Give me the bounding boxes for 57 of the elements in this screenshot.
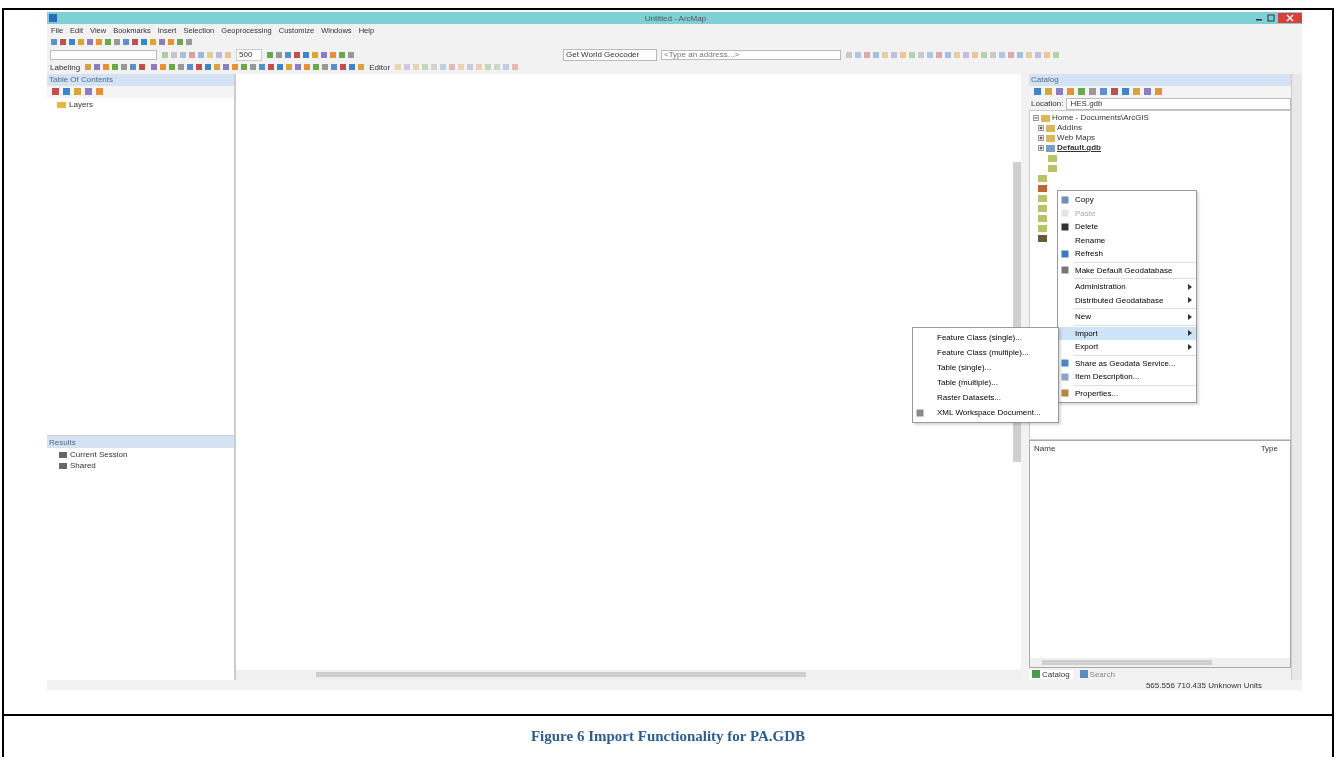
expander-icon[interactable] bbox=[1038, 144, 1044, 151]
side-tab-strip[interactable] bbox=[1291, 73, 1302, 680]
expander-icon[interactable] bbox=[1033, 114, 1039, 121]
menu-item[interactable]: Item Description... bbox=[1058, 370, 1196, 384]
expander-icon[interactable] bbox=[1038, 134, 1044, 141]
tree-item[interactable]: Default.gdb bbox=[1057, 143, 1101, 152]
menu-item[interactable]: Table (single)... bbox=[913, 360, 1058, 375]
menu-item[interactable]: Feature Class (single)... bbox=[913, 330, 1058, 345]
app-icon bbox=[49, 14, 57, 22]
maximize-icon[interactable] bbox=[1266, 14, 1276, 22]
submenu-arrow-icon bbox=[1188, 313, 1192, 320]
labeling-menu[interactable]: Labeling bbox=[50, 62, 81, 72]
panel-tab[interactable]: Catalog bbox=[1029, 669, 1073, 679]
layers-icon bbox=[57, 100, 66, 108]
tree-item[interactable]: AddIns bbox=[1057, 123, 1082, 132]
menu-item[interactable]: Share as Geodata Service... bbox=[1058, 356, 1196, 370]
results-item[interactable]: Current Session bbox=[70, 450, 128, 459]
menu-item[interactable]: Export bbox=[1058, 340, 1196, 354]
menu-item[interactable]: Administration bbox=[1058, 280, 1196, 294]
menu-item[interactable]: Table (multiple)... bbox=[913, 375, 1058, 390]
menu-item[interactable]: Delete bbox=[1058, 220, 1196, 234]
menu-item[interactable]: Import bbox=[1058, 326, 1196, 340]
address-field[interactable]: <Type an address...> bbox=[661, 49, 841, 60]
menu-item[interactable]: Rename bbox=[1058, 233, 1196, 247]
column-header[interactable]: Name bbox=[1034, 443, 1056, 453]
tree-item[interactable]: Home - Documents\ArcGIS bbox=[1052, 113, 1149, 122]
editor-menu[interactable]: Editor bbox=[369, 62, 391, 72]
menu-item[interactable]: Raster Datasets... bbox=[913, 390, 1058, 405]
window-title: Untitled - ArcMap bbox=[643, 13, 708, 23]
status-text: 565.556 710.435 Unknown Units bbox=[1145, 680, 1262, 690]
menu-item[interactable]: Refresh bbox=[1058, 247, 1196, 261]
menu-item[interactable]: New bbox=[1058, 310, 1196, 324]
menu-item[interactable]: Make Default Geodatabase bbox=[1058, 263, 1196, 277]
figure-caption: Figure 6 Import Functionality for PA.GDB bbox=[530, 728, 806, 745]
toc-item[interactable]: Layers bbox=[69, 99, 93, 109]
scrollbar[interactable] bbox=[316, 672, 806, 677]
menu-item[interactable]: Distributed Geodatabase bbox=[1058, 293, 1196, 307]
dropdown[interactable] bbox=[50, 49, 157, 60]
location-label: Location: bbox=[1031, 99, 1064, 108]
menu-item[interactable]: Copy bbox=[1058, 193, 1196, 207]
geocoder-dropdown[interactable]: Get World Geocoder bbox=[563, 48, 657, 61]
panel-title: Results bbox=[49, 437, 76, 447]
tab-icon bbox=[1032, 670, 1040, 678]
expander-icon[interactable] bbox=[1038, 124, 1044, 131]
panel-title: Table Of Contents bbox=[49, 75, 114, 84]
menu-icon bbox=[916, 408, 924, 417]
close-icon[interactable] bbox=[1278, 13, 1302, 23]
scrollbar[interactable] bbox=[1042, 660, 1212, 665]
menu-item[interactable]: Properties... bbox=[1058, 386, 1196, 400]
results-item[interactable]: Shared bbox=[70, 461, 96, 470]
tab-icon bbox=[1079, 670, 1088, 678]
menu-item[interactable]: XML Workspace Document... bbox=[913, 405, 1058, 420]
column-header[interactable]: Type bbox=[1260, 443, 1278, 453]
panel-title: Catalog bbox=[1031, 75, 1059, 84]
scale-field[interactable]: 500 bbox=[236, 48, 262, 61]
menu-item[interactable]: Feature Class (multiple)... bbox=[913, 345, 1058, 360]
tree-item[interactable]: Web Maps bbox=[1057, 133, 1096, 142]
